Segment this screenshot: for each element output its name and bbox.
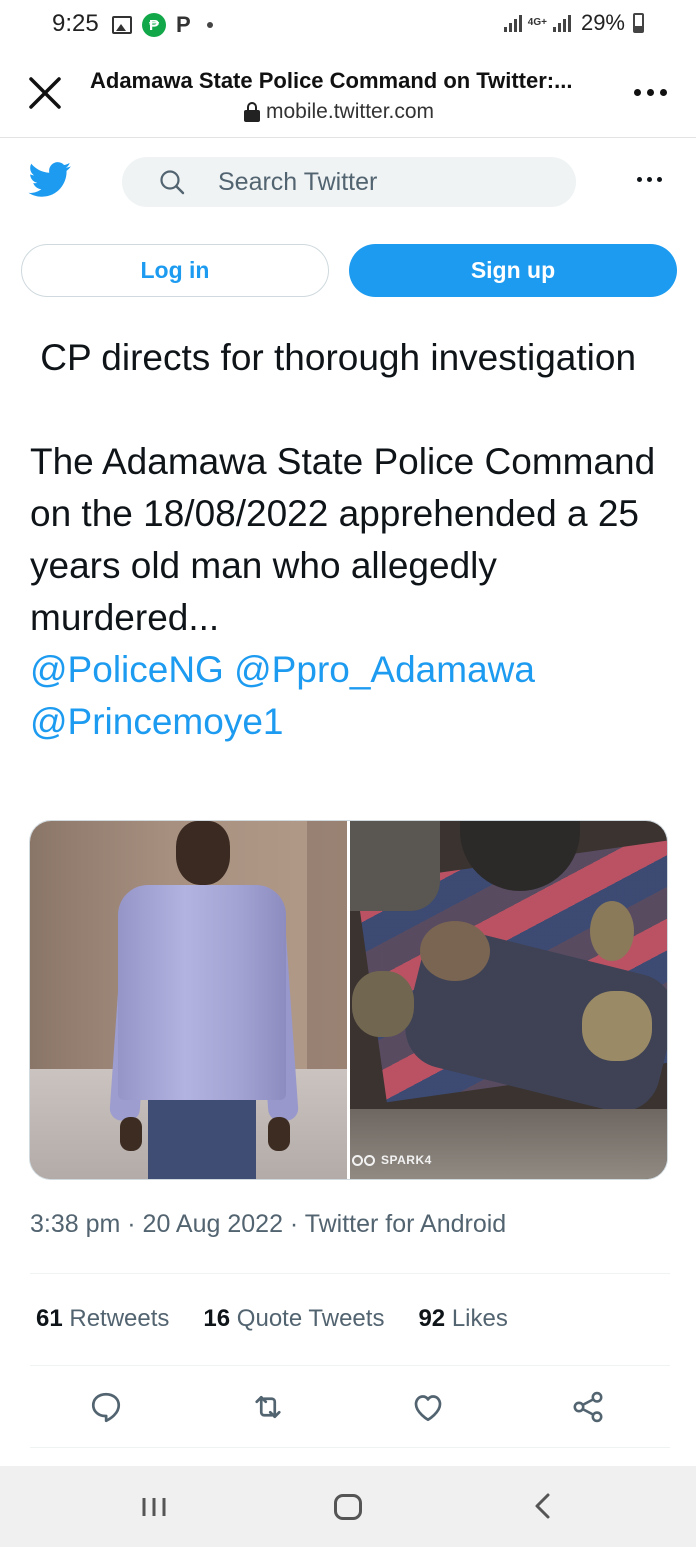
cell-signal-icon <box>552 14 571 32</box>
twitter-logo-icon[interactable] <box>28 162 72 198</box>
nav-recents-icon[interactable] <box>140 1496 170 1518</box>
divider <box>30 1273 670 1274</box>
pay-app-icon: ₱ <box>142 13 166 37</box>
tweet-headline: CP directs for thorough investigation <box>30 337 637 378</box>
media-photo-1[interactable] <box>30 821 347 1179</box>
mention-princemoye1[interactable]: @Princemoye1 <box>30 696 670 748</box>
search-placeholder: Search Twitter <box>218 168 378 196</box>
camera-watermark: SPARK4 <box>352 1153 432 1167</box>
wifi-signal-icon <box>503 14 522 32</box>
signup-button[interactable]: Sign up <box>349 244 677 297</box>
p-app-icon: P <box>176 12 191 37</box>
page-title: Adamawa State Police Command on Twitter:… <box>90 68 573 93</box>
tweet-stats: 61 Retweets 16 Quote Tweets 92 Likes <box>36 1305 508 1333</box>
reply-icon[interactable] <box>88 1389 124 1425</box>
twitter-header: Search Twitter <box>0 138 696 228</box>
media-photo-2[interactable]: SPARK4 <box>350 821 667 1179</box>
url-display[interactable]: mobile.twitter.com <box>244 100 434 124</box>
lock-icon <box>244 102 260 122</box>
more-icon[interactable] <box>637 177 662 182</box>
retweets-stat[interactable]: 61 Retweets <box>36 1305 169 1333</box>
tweet-media[interactable]: SPARK4 <box>29 820 668 1180</box>
android-nav-bar <box>0 1466 696 1547</box>
login-button[interactable]: Log in <box>21 244 329 297</box>
browser-toolbar: Adamawa State Police Command on Twitter:… <box>0 52 696 138</box>
mention-policeng[interactable]: @PoliceNG @Ppro_Adamawa <box>30 644 670 696</box>
tweet-actions <box>30 1384 670 1432</box>
status-time: 9:25 <box>52 10 99 37</box>
watermark-text: SPARK4 <box>381 1153 432 1167</box>
divider <box>30 1447 670 1448</box>
divider <box>30 1365 670 1366</box>
retweet-icon[interactable] <box>250 1389 286 1425</box>
notification-icons: ₱ P <box>112 12 213 38</box>
nav-back-icon[interactable] <box>532 1492 554 1520</box>
likes-stat[interactable]: 92 Likes <box>418 1305 507 1333</box>
browser-more-icon[interactable] <box>634 82 670 102</box>
nav-home-icon[interactable] <box>334 1494 362 1520</box>
mention-ppro-adamawa[interactable]: @Ppro_Adamawa <box>234 649 535 690</box>
quote-tweets-stat[interactable]: 16 Quote Tweets <box>203 1305 384 1333</box>
gallery-icon <box>112 16 132 34</box>
like-icon[interactable] <box>410 1389 446 1425</box>
search-icon <box>160 170 185 195</box>
camera-lens-icon <box>352 1154 375 1166</box>
system-indicators: 4G+ 29% <box>503 10 644 36</box>
more-notifications-dot <box>206 22 213 28</box>
url-text: mobile.twitter.com <box>266 100 435 123</box>
battery-percent: 29% <box>580 10 625 35</box>
battery-icon <box>633 13 644 33</box>
tweet-timestamp[interactable]: 3:38 pm · 20 Aug 2022 · Twitter for Andr… <box>30 1210 506 1239</box>
tweet-text: CP directs for thorough investigation Th… <box>30 332 670 748</box>
close-icon[interactable] <box>26 74 64 112</box>
tweet-body: The Adamawa State Police Command on the … <box>30 441 666 638</box>
network-type: 4G+ <box>527 17 547 28</box>
search-input[interactable]: Search Twitter <box>122 157 576 207</box>
share-icon[interactable] <box>570 1389 606 1425</box>
status-bar: 9:25 ₱ P 4G+ 29% <box>0 0 696 52</box>
